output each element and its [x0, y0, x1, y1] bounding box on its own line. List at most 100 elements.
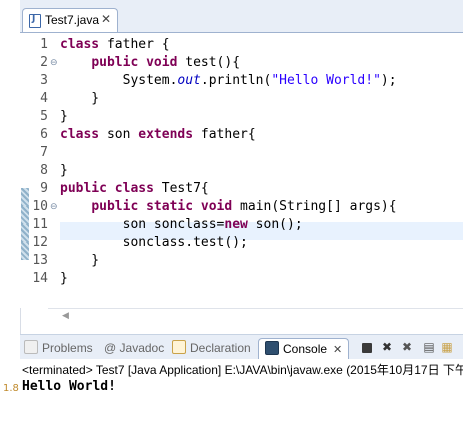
- code-line[interactable]: public class Test7{: [60, 180, 463, 198]
- code-line[interactable]: }: [60, 108, 463, 126]
- console-terminated-label: <terminated> Test7 [Java Application] E:…: [22, 363, 463, 377]
- code-area[interactable]: class father { public void test(){ Syste…: [60, 33, 463, 308]
- change-marker: [21, 188, 29, 206]
- code-token: }: [60, 163, 68, 178]
- code-token: .println(: [200, 73, 272, 88]
- code-token: );: [380, 73, 397, 88]
- code-line[interactable]: sonclass.test();: [60, 234, 463, 252]
- code-token: son: [99, 127, 139, 142]
- editor-tab-test7[interactable]: Test7.java ✕: [22, 8, 118, 32]
- declaration-icon: [172, 340, 186, 354]
- close-icon[interactable]: ✕: [333, 343, 342, 356]
- annotation-ruler: [20, 33, 30, 308]
- code-token: void: [146, 55, 178, 70]
- code-token: son: [60, 217, 154, 232]
- scroll-left-icon[interactable]: ◀: [62, 311, 69, 321]
- close-icon[interactable]: ✕: [99, 12, 113, 26]
- horizontal-scrollbar[interactable]: ◀: [48, 308, 463, 326]
- editor-tab-bar: Test7.java ✕: [20, 0, 463, 33]
- code-token: out: [177, 73, 201, 88]
- code-line[interactable]: public static void main(String[] args){: [60, 198, 463, 216]
- line-number: 4: [40, 91, 48, 106]
- remove-launch-icon[interactable]: ✖: [380, 340, 394, 354]
- line-number: 5: [40, 109, 48, 124]
- code-token: father{: [193, 127, 256, 142]
- scroll-lock-icon[interactable]: ▦: [440, 340, 454, 354]
- code-token: new: [224, 217, 248, 232]
- console-icon: [265, 341, 279, 355]
- code-line[interactable]: son sonclass=new son();: [60, 216, 463, 234]
- line-number: 7: [40, 145, 48, 160]
- code-token: void: [200, 199, 233, 214]
- line-number: 9: [40, 181, 48, 196]
- code-token: father {: [99, 37, 170, 52]
- tab-console-label: Console: [283, 342, 328, 356]
- line-number: 11: [32, 217, 48, 232]
- code-line[interactable]: [60, 144, 463, 162]
- code-token: extends: [138, 127, 194, 142]
- problems-icon: [24, 340, 38, 354]
- code-token: class: [114, 181, 154, 196]
- tab-javadoc-label: @ Javadoc: [104, 341, 165, 355]
- code-token: }: [60, 91, 100, 106]
- clear-console-icon[interactable]: ▤: [422, 340, 436, 354]
- code-line[interactable]: }: [60, 162, 463, 180]
- tab-declaration[interactable]: Declaration: [172, 338, 251, 358]
- code-token: class: [60, 37, 100, 52]
- code-token: .test();: [185, 235, 248, 250]
- code-token: son();: [247, 217, 303, 232]
- workbench-left-strip: 1.8: [0, 0, 21, 421]
- tab-declaration-label: Declaration: [190, 341, 251, 355]
- line-number: 12: [32, 235, 48, 250]
- code-token: }: [60, 253, 100, 268]
- code-line[interactable]: class father {: [60, 36, 463, 54]
- console-view[interactable]: <terminated> Test7 [Java Application] E:…: [20, 359, 463, 421]
- code-token: Test7{: [153, 181, 209, 196]
- code-line[interactable]: }: [60, 90, 463, 108]
- code-token: public: [91, 199, 139, 214]
- code-token: public: [91, 55, 139, 70]
- code-token: main(String[] args){: [232, 199, 397, 214]
- line-number: 3: [40, 73, 48, 88]
- remove-all-terminated-icon[interactable]: ✖: [400, 340, 414, 354]
- line-number: 1: [40, 37, 48, 52]
- code-token: sonclass: [122, 235, 186, 250]
- code-editor[interactable]: 1 2 ⊖ 3 4 5 6 7 8 9 10 ⊖ 11 12 13 14 class father { pub…: [20, 33, 463, 308]
- tab-problems[interactable]: Problems: [24, 338, 93, 358]
- code-line[interactable]: class son extends father{: [60, 126, 463, 144]
- java-file-icon: [29, 14, 41, 28]
- terminate-icon[interactable]: [362, 343, 372, 353]
- change-marker: [21, 224, 29, 242]
- code-line[interactable]: public void test(){: [60, 54, 463, 72]
- code-token: public: [60, 181, 107, 196]
- code-line[interactable]: }: [60, 270, 463, 288]
- code-token: System.: [60, 73, 178, 88]
- code-line[interactable]: }: [60, 252, 463, 270]
- fold-collapse-icon[interactable]: ⊖: [50, 198, 58, 216]
- code-token: "Hello World!": [271, 73, 381, 88]
- console-output: Hello World!: [22, 379, 116, 394]
- code-token: test(){: [177, 55, 241, 70]
- change-marker: [21, 242, 29, 260]
- code-token: static: [146, 199, 194, 214]
- editor-tab-label: Test7.java: [45, 13, 100, 27]
- left-marker: 1.8: [3, 383, 19, 394]
- code-token: sonclass: [153, 217, 217, 232]
- tab-javadoc[interactable]: @ Javadoc: [104, 338, 164, 358]
- code-token: }: [60, 271, 68, 286]
- tab-console[interactable]: Console ✕: [258, 338, 350, 360]
- code-line[interactable]: System.out.println("Hello World!");: [60, 72, 463, 90]
- line-number: 2: [40, 55, 48, 70]
- code-token: }: [60, 109, 68, 124]
- line-number: 8: [40, 163, 48, 178]
- line-number: 6: [40, 127, 48, 142]
- change-marker: [21, 206, 29, 224]
- fold-collapse-icon[interactable]: ⊖: [50, 54, 58, 72]
